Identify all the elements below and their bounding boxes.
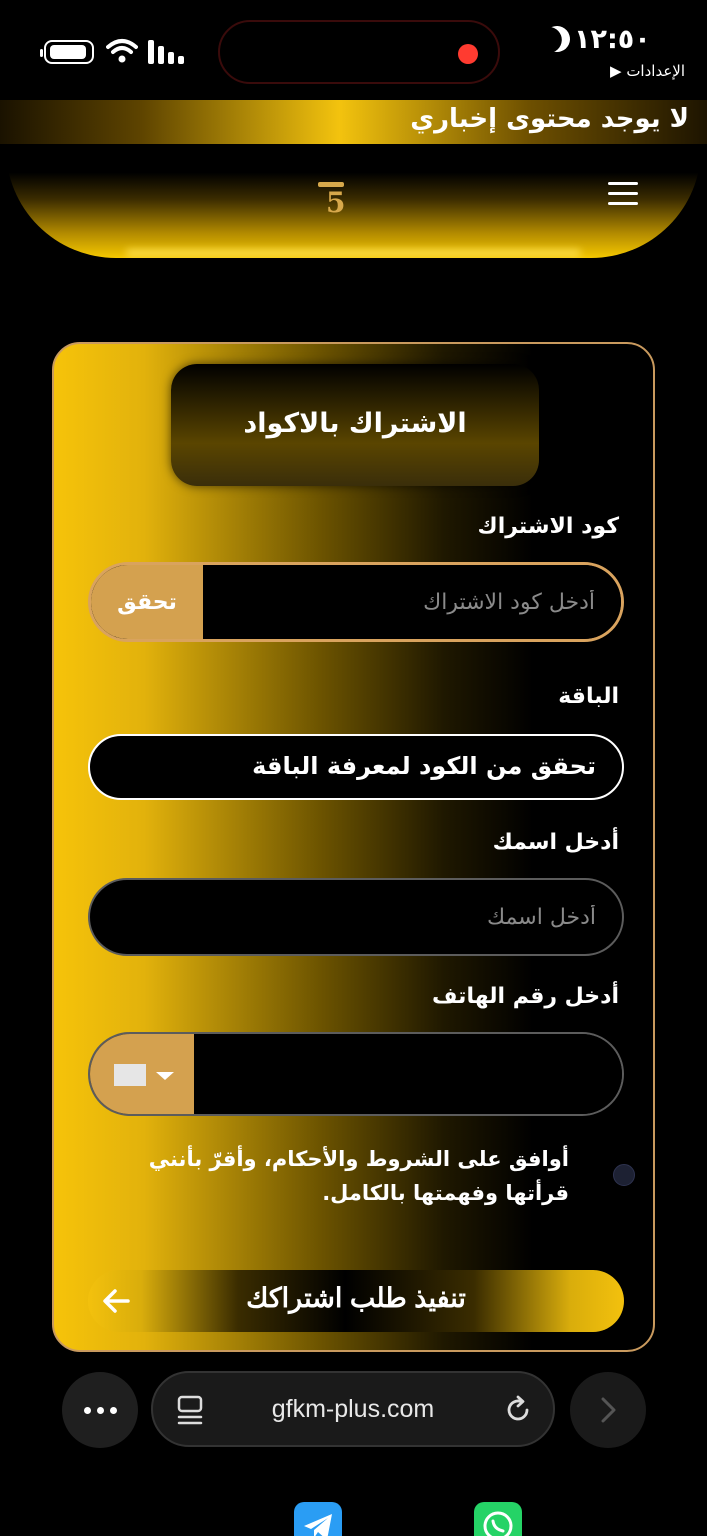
dynamic-island bbox=[218, 20, 500, 84]
subscription-card: الاشتراك بالاكواد كود الاشتراك تحقق البا… bbox=[52, 342, 655, 1352]
phone-label: أدخل رقم الهاتف bbox=[431, 984, 619, 1009]
recording-dot-icon bbox=[458, 44, 478, 64]
card-title-box: الاشتراك بالاكواد bbox=[171, 364, 539, 486]
terms-checkbox[interactable] bbox=[613, 1164, 635, 1186]
chevron-right-icon bbox=[601, 1397, 616, 1423]
code-input[interactable] bbox=[203, 565, 621, 639]
signal-icon bbox=[148, 40, 186, 64]
forward-button[interactable] bbox=[570, 1372, 646, 1448]
chevron-down-icon bbox=[156, 1072, 174, 1080]
back-to-app-link[interactable]: ▶ الإعدادات bbox=[610, 62, 685, 80]
card-title: الاشتراك بالاكواد bbox=[243, 408, 467, 439]
site-logo[interactable]: 5 bbox=[312, 176, 362, 220]
tab-overview-icon bbox=[177, 1395, 203, 1425]
phone-input[interactable] bbox=[194, 1034, 622, 1114]
battery-icon bbox=[40, 40, 94, 64]
flag-icon bbox=[114, 1064, 146, 1086]
address-bar[interactable]: gfkm-plus.com bbox=[151, 1371, 555, 1447]
code-field: تحقق bbox=[88, 562, 624, 642]
terms-text: أوافق على الشروط والأحكام، وأقرّ بأنني ق… bbox=[148, 1147, 569, 1205]
code-label: كود الاشتراك bbox=[477, 514, 619, 539]
country-code-select[interactable] bbox=[90, 1034, 194, 1114]
whatsapp-icon[interactable] bbox=[474, 1502, 522, 1536]
site-header: 5 bbox=[6, 144, 701, 258]
status-bar: ١٢:٥٠ ▶ الإعدادات bbox=[0, 0, 707, 96]
url-text: gfkm-plus.com bbox=[271, 1395, 435, 1423]
menu-icon[interactable] bbox=[608, 182, 638, 206]
moon-icon bbox=[540, 22, 573, 55]
package-label: الباقة bbox=[558, 684, 619, 709]
status-time: ١٢:٥٠ bbox=[574, 24, 651, 55]
news-ticker: لا يوجد محتوى إخباري bbox=[0, 100, 707, 144]
package-display: تحقق من الكود لمعرفة الباقة bbox=[88, 734, 624, 800]
package-value: تحقق من الكود لمعرفة الباقة bbox=[252, 752, 596, 780]
ticker-text: لا يوجد محتوى إخباري bbox=[410, 104, 689, 134]
submit-button[interactable]: تنفيذ طلب اشتراكك bbox=[88, 1270, 624, 1332]
verify-button[interactable]: تحقق bbox=[91, 565, 203, 639]
name-label: أدخل اسمك bbox=[492, 830, 619, 855]
name-input[interactable] bbox=[88, 878, 624, 956]
telegram-icon[interactable] bbox=[294, 1502, 342, 1536]
submit-label: تنفيذ طلب اشتراكك bbox=[246, 1283, 466, 1313]
reload-icon[interactable] bbox=[503, 1395, 533, 1425]
wifi-icon bbox=[106, 39, 138, 63]
more-options-button[interactable] bbox=[62, 1372, 138, 1448]
phone-field bbox=[88, 1032, 624, 1116]
